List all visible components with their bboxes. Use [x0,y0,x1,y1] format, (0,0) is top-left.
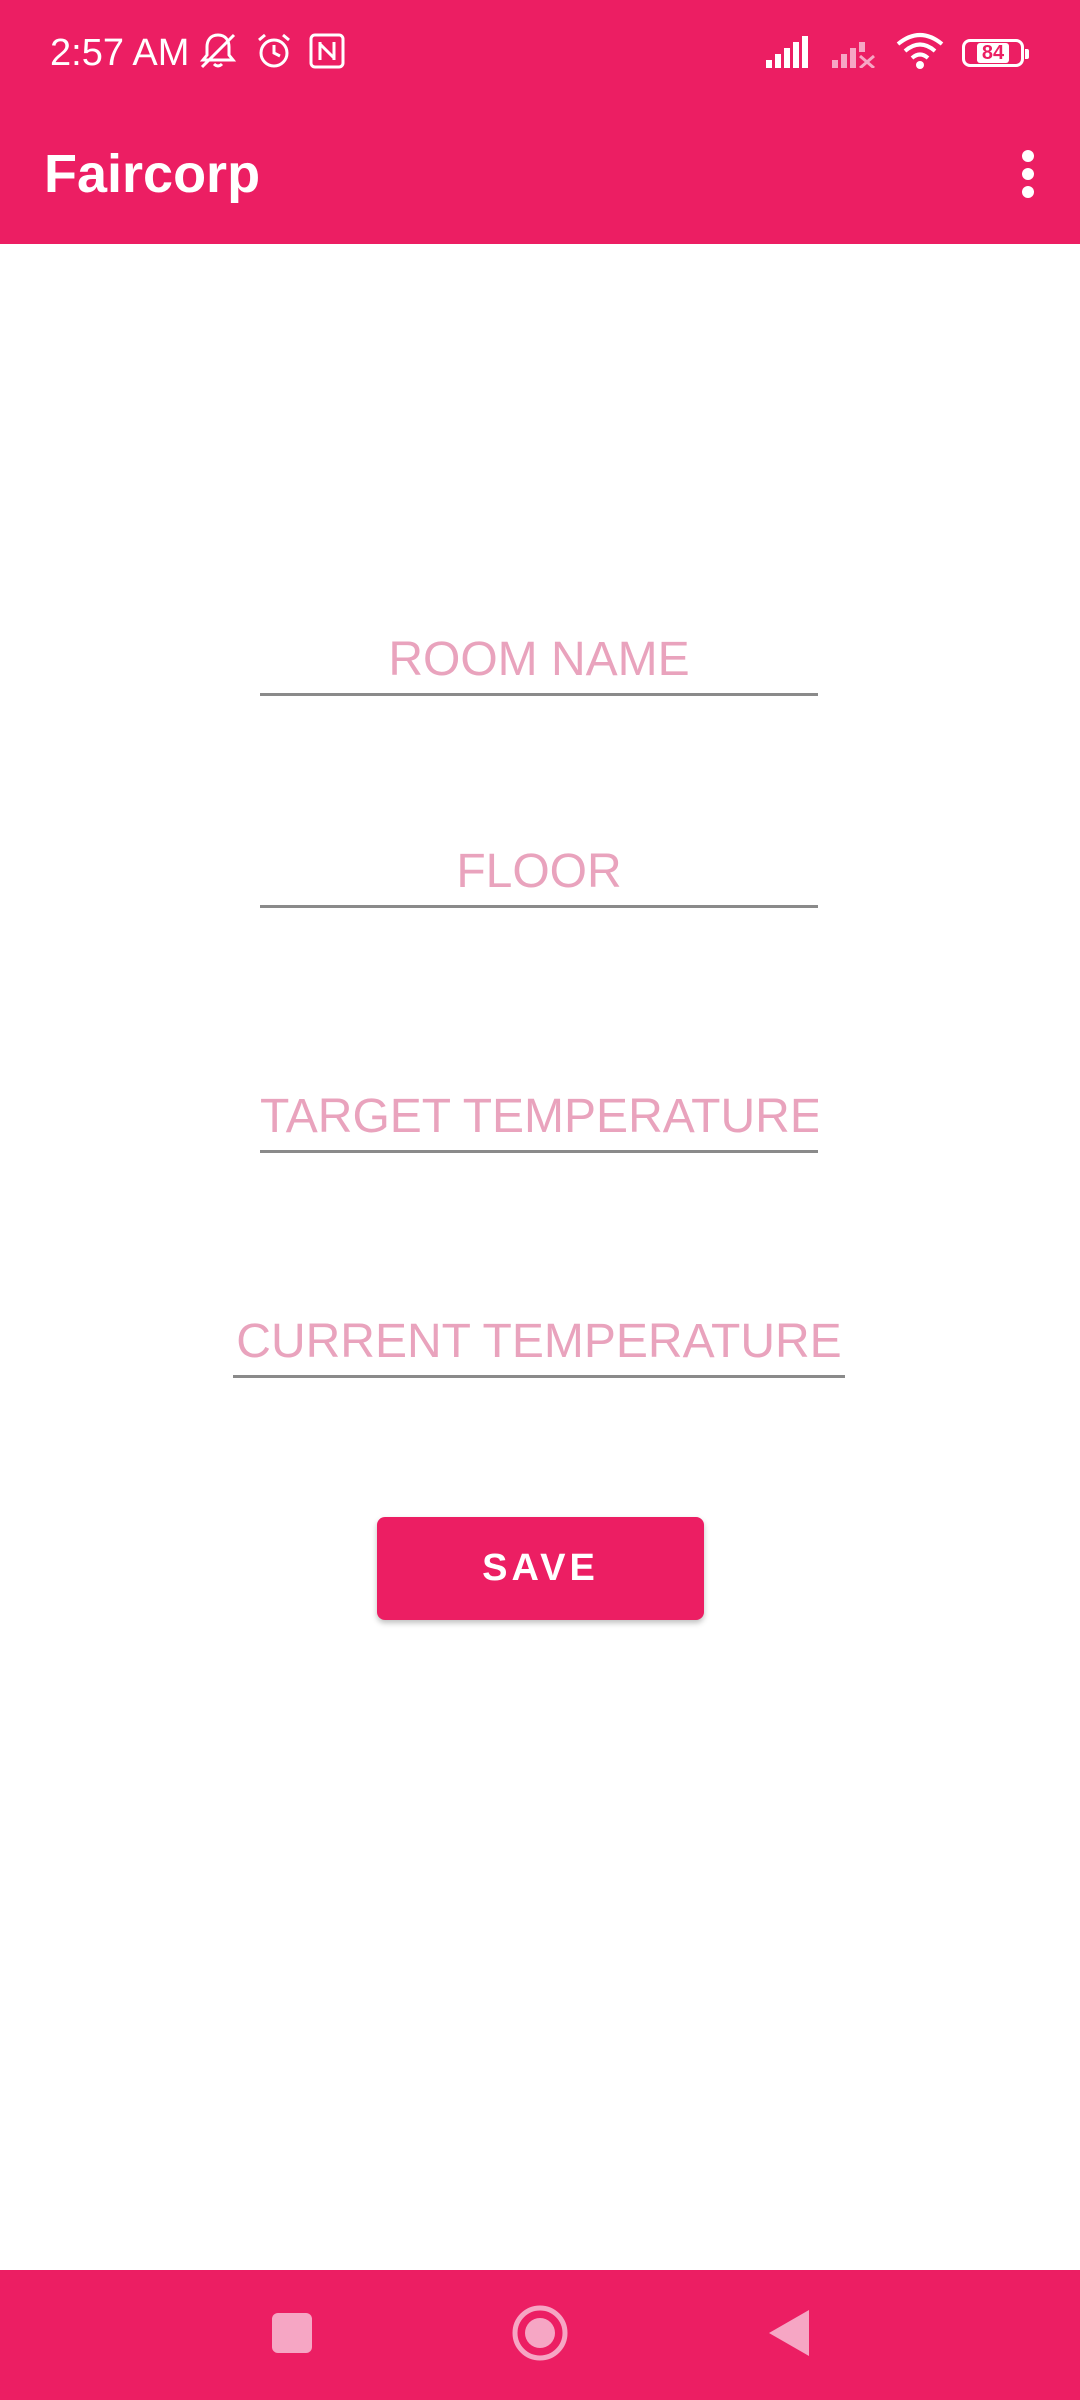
back-icon [765,2308,811,2363]
back-button[interactable] [728,2270,848,2400]
alarm-icon [254,31,294,76]
room-name-field-wrapper [260,632,818,696]
navigation-bar [0,2270,1080,2400]
target-temperature-field-wrapper [260,1089,818,1153]
signal-icon [764,34,812,73]
recents-icon [270,2311,314,2360]
status-icons-right: 84 [764,30,1029,76]
recents-button[interactable] [232,2270,352,2400]
more-vert-icon[interactable] [998,131,1058,217]
target-temperature-input[interactable] [260,1089,818,1153]
home-button[interactable] [480,2270,600,2400]
signal-off-icon [830,34,878,73]
room-name-input[interactable] [260,632,818,696]
floor-input[interactable] [260,844,818,908]
battery-level: 84 [976,43,1010,63]
battery-icon: 84 [962,39,1029,67]
nfc-icon [308,32,346,75]
home-icon [510,2303,570,2368]
status-icons-left [196,30,346,76]
status-time: 2:57 AM [50,32,190,74]
save-button[interactable]: SAVE [377,1517,704,1620]
wifi-icon [896,32,944,75]
vibrate-off-icon [196,29,240,78]
current-temperature-field-wrapper [233,1314,845,1378]
app-bar: Faircorp [0,105,1080,244]
status-bar: 2:57 AM 84 [0,0,1080,105]
current-temperature-input[interactable] [233,1314,845,1378]
app-title: Faircorp [44,144,261,204]
floor-field-wrapper [260,844,818,908]
